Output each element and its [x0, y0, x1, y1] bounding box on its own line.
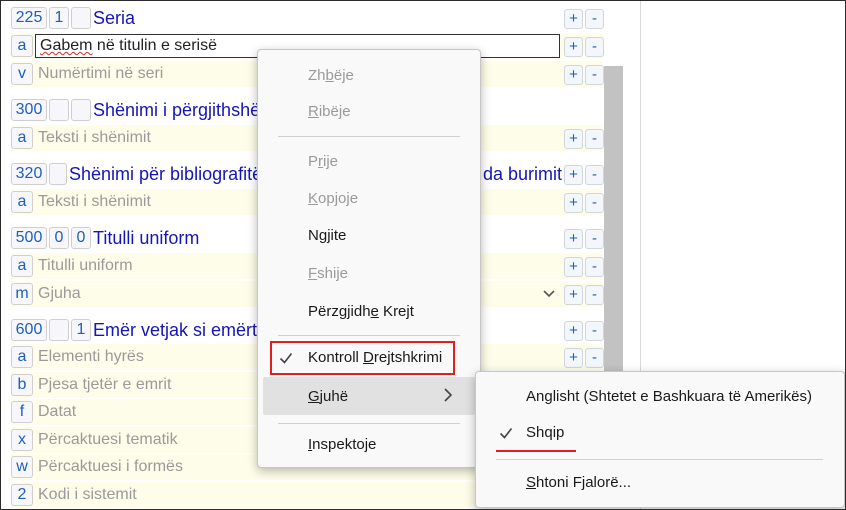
indicator-1[interactable]	[49, 319, 69, 341]
menu-item-lang-albanian[interactable]: Shqip	[526, 424, 564, 442]
subfield-input[interactable]: Elementi hyrës	[38, 347, 144, 367]
subfield-input[interactable]: Datat	[38, 402, 76, 422]
subfield-input[interactable]: Teksti i shënimit	[38, 128, 151, 148]
field-225-row: 225 1 Seria + -	[11, 5, 604, 31]
subfield-select[interactable]: Gjuha	[38, 284, 81, 304]
albanian-underline-highlight	[496, 450, 576, 452]
chevron-right-icon	[444, 388, 453, 402]
add-subfield-button[interactable]: +	[564, 348, 583, 368]
menu-item-add-dictionaries[interactable]: Shtoni Fjalorë...	[526, 474, 631, 492]
subfield-code[interactable]: b	[11, 374, 33, 396]
tag-300[interactable]: 300	[11, 99, 47, 121]
subfield-code[interactable]: a	[11, 127, 33, 149]
subfield-code[interactable]: a	[11, 35, 33, 57]
subfield-code[interactable]: a	[11, 191, 33, 213]
indicator-2[interactable]	[71, 99, 91, 121]
add-subfield-button[interactable]: +	[564, 285, 583, 305]
menu-separator	[278, 335, 460, 336]
subfield-code[interactable]: v	[11, 63, 33, 85]
remove-subfield-button[interactable]: -	[585, 257, 604, 277]
remove-subfield-button[interactable]: -	[585, 193, 604, 213]
add-subfield-button[interactable]: +	[564, 193, 583, 213]
menu-separator	[496, 459, 823, 460]
subfield-code[interactable]: f	[11, 401, 33, 423]
menu-separator	[278, 423, 460, 424]
misspelled-word[interactable]: Gabem	[40, 37, 92, 54]
menu-item-undo[interactable]: Zhbëje	[308, 67, 354, 85]
menu-item-copy[interactable]: Kopjoje	[308, 190, 358, 208]
window: 225 1 Seria + - a Gabem në titulin e ser…	[0, 0, 846, 510]
add-subfield-button[interactable]: +	[564, 129, 583, 149]
subfield-code[interactable]: m	[11, 283, 33, 305]
indicator-1[interactable]: 0	[49, 227, 69, 249]
remove-subfield-button[interactable]: -	[585, 65, 604, 85]
field-title: Titulli uniform	[93, 228, 200, 248]
field-title: Seria	[93, 8, 136, 28]
subfield-code[interactable]: 2	[11, 484, 33, 506]
subfield-code[interactable]: x	[11, 429, 33, 451]
field-title: Shënimi për bibliografitë	[69, 164, 263, 184]
subfield-input[interactable]: Teksti i shënimit	[38, 192, 151, 212]
remove-field-button[interactable]: -	[585, 229, 604, 249]
checkmark-icon	[499, 428, 513, 439]
add-subfield-button[interactable]: +	[564, 257, 583, 277]
subfield-code[interactable]: w	[11, 456, 33, 478]
subfield-code[interactable]: a	[11, 255, 33, 277]
remove-subfield-button[interactable]: -	[585, 129, 604, 149]
subfield-input[interactable]: Pjesa tjetër e emrit	[38, 375, 171, 395]
menu-item-select-all[interactable]: Përzgjidhe Krejt	[308, 303, 414, 321]
add-field-button[interactable]: +	[564, 321, 583, 341]
indicator-2[interactable]: 1	[71, 319, 91, 341]
add-field-button[interactable]: +	[564, 9, 583, 29]
tag-225[interactable]: 225	[11, 7, 47, 29]
tag-500[interactable]: 500	[11, 227, 47, 249]
scrollbar-thumb[interactable]	[604, 66, 623, 396]
chevron-down-icon[interactable]	[542, 286, 556, 302]
indicator-1[interactable]: 1	[49, 7, 69, 29]
menu-item-inspect[interactable]: Inspektoje	[308, 436, 376, 454]
field-title: Emër vetjak si emërti	[93, 320, 262, 340]
menu-separator	[278, 136, 460, 137]
add-subfield-button[interactable]: +	[564, 37, 583, 57]
menu-item-delete[interactable]: Fshije	[308, 265, 348, 283]
remove-field-button[interactable]: -	[585, 9, 604, 29]
subfield-code[interactable]: a	[11, 346, 33, 368]
menu-item-paste[interactable]: Ngjite	[308, 227, 346, 245]
remove-subfield-button[interactable]: -	[585, 285, 604, 305]
menu-item-spell-check[interactable]: Kontroll Drejtshkrimi	[308, 349, 442, 367]
subfield-input[interactable]: Kodi i sistemit	[38, 485, 137, 505]
field-title: Shënimi i përgjithshë	[93, 100, 261, 120]
field-title-tail: da burimit	[483, 164, 563, 184]
subfield-input[interactable]: Përcaktuesi i formës	[38, 457, 183, 477]
context-menu: Zhbëje Ribëje Prije Kopjoje Ngjite Fshij…	[257, 49, 481, 468]
add-field-button[interactable]: +	[564, 165, 583, 185]
add-subfield-button[interactable]: +	[564, 65, 583, 85]
indicator-1[interactable]	[49, 99, 69, 121]
add-field-button[interactable]: +	[564, 229, 583, 249]
menu-item-redo[interactable]: Ribëje	[308, 103, 351, 121]
subfield-input[interactable]: Titulli uniform	[38, 256, 133, 276]
remove-subfield-button[interactable]: -	[585, 37, 604, 57]
subfield-input[interactable]: Përcaktuesi tematik	[38, 430, 178, 450]
tag-320[interactable]: 320	[11, 163, 47, 185]
indicator-2[interactable]	[71, 7, 91, 29]
remove-field-button[interactable]: -	[585, 165, 604, 185]
menu-item-lang-english-us[interactable]: Anglisht (Shtetet e Bashkuara të Amerikë…	[526, 388, 812, 406]
menu-item-cut[interactable]: Prije	[308, 153, 338, 171]
subfield-input[interactable]: Numërtimi në seri	[38, 64, 163, 84]
remove-subfield-button[interactable]: -	[585, 348, 604, 368]
languages-submenu: Anglisht (Shtetet e Bashkuara të Amerikë…	[475, 371, 845, 508]
checkmark-icon	[279, 353, 293, 364]
indicator-2[interactable]: 0	[71, 227, 91, 249]
indicator-1[interactable]	[49, 163, 67, 185]
remove-field-button[interactable]: -	[585, 321, 604, 341]
tag-600[interactable]: 600	[11, 319, 47, 341]
menu-item-languages[interactable]: Gjuhë	[308, 388, 348, 406]
